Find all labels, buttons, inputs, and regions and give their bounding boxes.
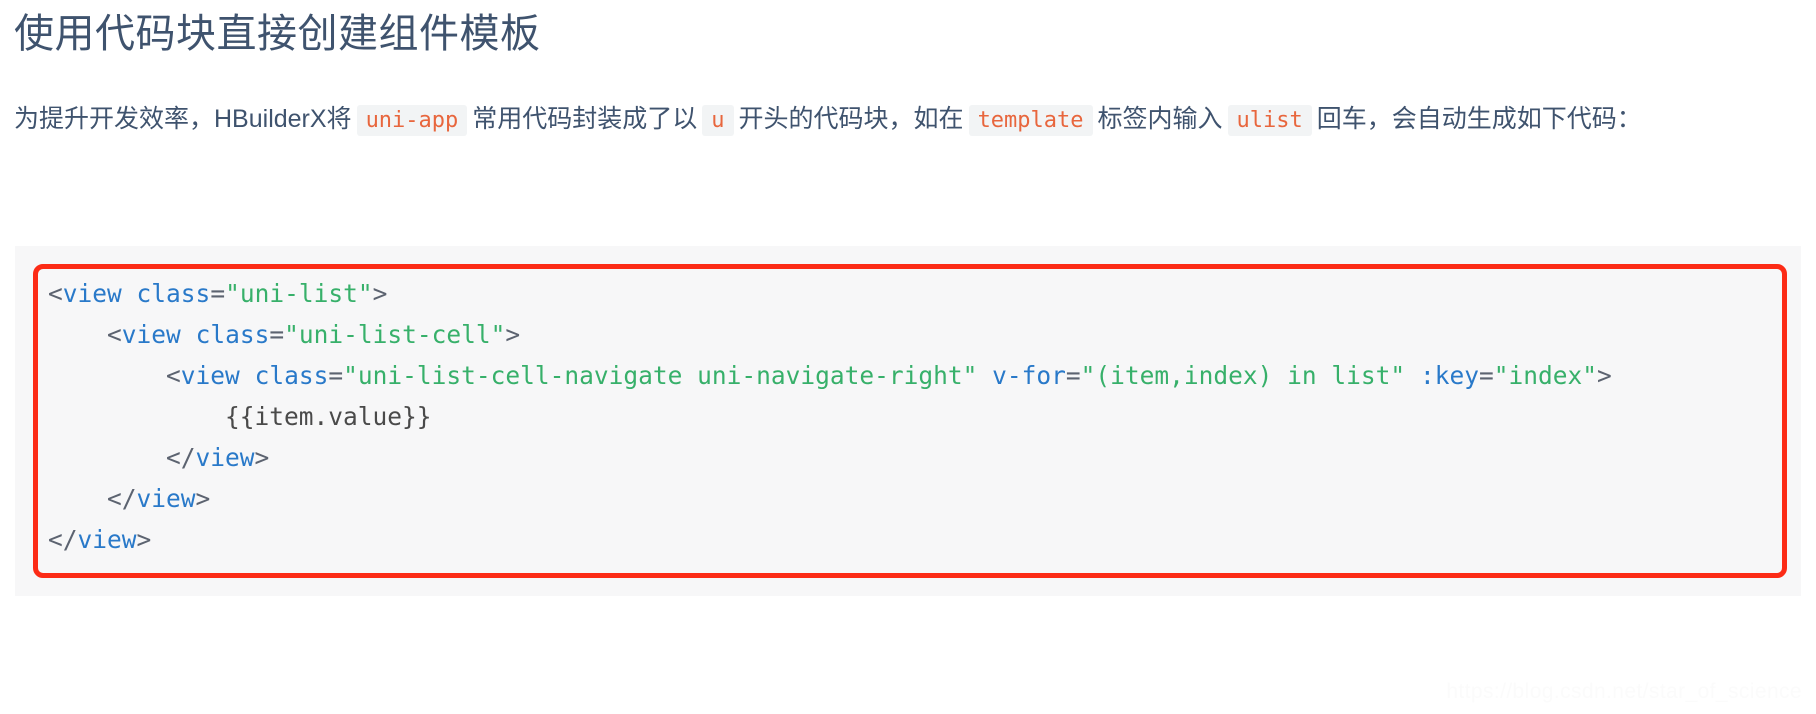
inline-code: ulist — [1227, 105, 1312, 136]
code-line: {{item.value}} — [48, 402, 432, 431]
code-token-punct: = — [269, 320, 285, 349]
paragraph-text: 回车，会自动生成如下代码： — [1316, 105, 1642, 133]
inline-code: template — [968, 105, 1093, 136]
code-token-punct: </ — [166, 443, 196, 472]
code-token-punct: </ — [107, 484, 137, 513]
code-token-punct: < — [107, 320, 122, 349]
code-line: <view class="uni-list-cell"> — [48, 320, 520, 349]
code-token-punct: > — [254, 443, 270, 472]
code-token-punct: </ — [48, 525, 78, 554]
watermark: https://blog.csdn.net/star_of_science — [1446, 680, 1802, 703]
inline-code: uni-app — [356, 105, 468, 136]
code-token-punct: > — [505, 320, 521, 349]
code-token-punct: = — [210, 279, 226, 308]
code-token-attr: class — [136, 279, 211, 308]
intro-paragraph: 为提升开发效率，HBuilderX将 uni-app 常用代码封装成了以 u 开头的代码… — [14, 62, 1802, 146]
code-token-punct: = — [1065, 361, 1081, 390]
code-token-attr: v-for — [992, 361, 1066, 390]
code-token-punct: > — [1596, 361, 1612, 390]
code-token-str: "uni-list-cell-navigate uni-navigate-rig… — [343, 361, 978, 390]
code-token-str: "index" — [1493, 361, 1597, 390]
code-token-attr: :key — [1419, 361, 1479, 390]
code-token-punct: < — [166, 361, 181, 390]
code-token-attr: class — [195, 320, 270, 349]
article-page: 使用代码块直接创建组件模板 为提升开发效率，HBuilderX将 uni-app 常… — [0, 0, 1816, 714]
inline-code: u — [702, 105, 734, 136]
page-title: 使用代码块直接创建组件模板 — [14, 12, 541, 56]
code-token-punct: < — [48, 279, 63, 308]
code-token-tag: view — [180, 361, 240, 390]
code-token-tag: view — [121, 320, 181, 349]
code-line: <view class="uni-list-cell-navigate uni-… — [48, 361, 1612, 390]
code-block: <view class="uni-list"> <view class="uni… — [15, 246, 1801, 596]
code-token-punct: = — [1478, 361, 1494, 390]
paragraph-text: 开头的代码块，如在 — [738, 105, 964, 133]
code-line: </view> — [48, 525, 151, 554]
code-line: <view class="uni-list"> — [48, 279, 387, 308]
code-token-punct: > — [195, 484, 211, 513]
code-token-punct: = — [328, 361, 344, 390]
code-token-tag: view — [195, 443, 255, 472]
code-token-str: "(item,index) in list" — [1080, 361, 1406, 390]
code-token-tag: view — [77, 525, 137, 554]
code-token-text: {{item.value}} — [225, 402, 432, 431]
code-token-str: "uni-list-cell" — [284, 320, 506, 349]
code-token-tag: view — [62, 279, 122, 308]
code-token-tag: view — [136, 484, 196, 513]
paragraph-text: 标签内输入 — [1097, 105, 1223, 133]
code-token-attr: class — [254, 361, 329, 390]
code-token-punct: > — [136, 525, 152, 554]
code-line: </view> — [48, 443, 269, 472]
code-token-str: "uni-list" — [225, 279, 373, 308]
code-line: </view> — [48, 484, 210, 513]
code-token-punct: > — [372, 279, 388, 308]
paragraph-text: 为提升开发效率，HBuilderX将 — [14, 105, 352, 133]
paragraph-text: 常用代码封装成了以 — [472, 105, 698, 133]
code-content[interactable]: <view class="uni-list"> <view class="uni… — [48, 273, 1612, 560]
